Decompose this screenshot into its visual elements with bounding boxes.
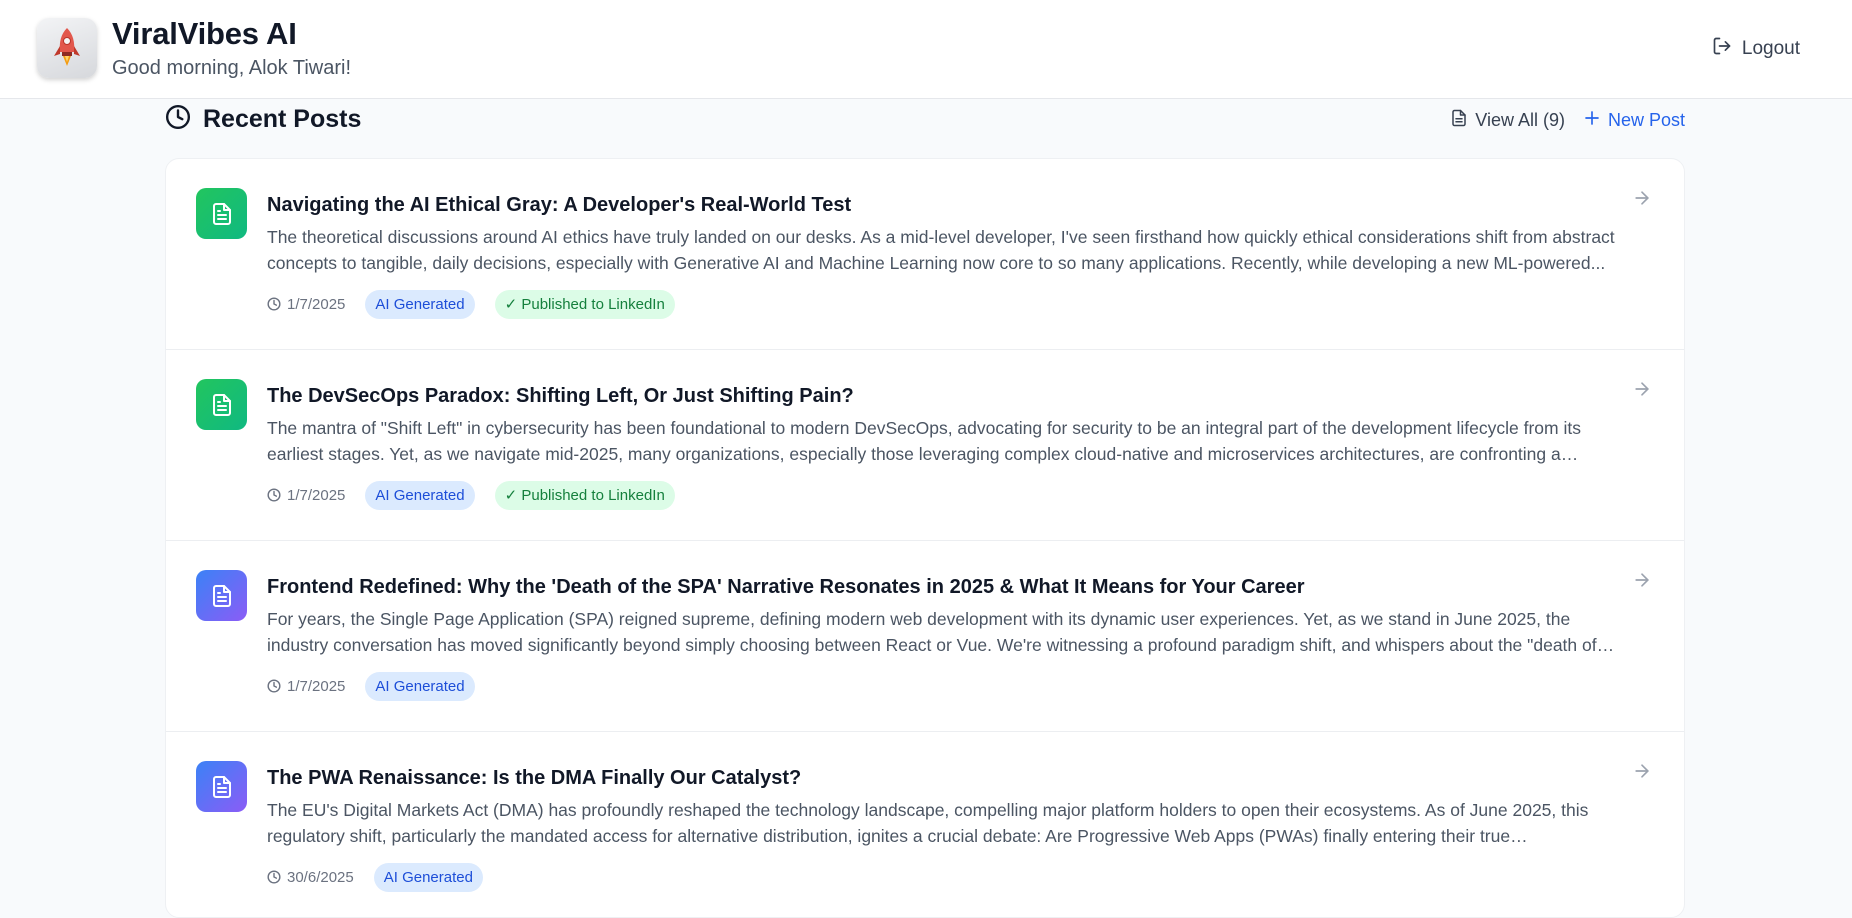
post-meta: 1/7/2025 AI Generated ✓ Published to Lin…: [267, 289, 675, 319]
document-icon: [196, 570, 247, 621]
clock-small-icon: [267, 679, 281, 693]
post-excerpt: The mantra of "Shift Left" in cybersecur…: [267, 418, 1581, 464]
published-linkedin-badge: ✓ Published to LinkedIn: [494, 289, 675, 319]
app-title: ViralVibes AI: [112, 16, 297, 51]
ai-generated-badge: AI Generated: [365, 671, 475, 701]
document-icon: [196, 379, 247, 430]
posts-list: Navigating the AI Ethical Gray: A Develo…: [165, 158, 1685, 918]
post-date: 30/6/2025: [267, 869, 354, 886]
post-date-text: 1/7/2025: [287, 486, 346, 504]
app-header: ViralVibes AI Good morning, Alok Tiwari!…: [0, 0, 1852, 99]
logout-icon: [1712, 36, 1732, 62]
post-excerpt: The EU's Digital Markets Act (DMA) has p…: [267, 800, 1589, 846]
clock-small-icon: [267, 488, 281, 502]
post-meta: 30/6/2025 AI Generated: [267, 862, 483, 892]
post-excerpt: For years, the Single Page Application (…: [267, 609, 1597, 655]
arrow-right-icon[interactable]: [1632, 188, 1654, 210]
ai-generated-badge: AI Generated: [365, 289, 475, 319]
clock-small-icon: [267, 870, 281, 884]
section-title: Recent Posts: [203, 105, 362, 133]
ai-generated-badge: AI Generated: [373, 862, 483, 892]
post-title[interactable]: Navigating the AI Ethical Gray: A Develo…: [267, 194, 1567, 217]
ai-generated-badge: AI Generated: [365, 480, 475, 510]
post-date: 1/7/2025: [267, 678, 345, 695]
greeting-text: Good morning, Alok Tiwari!: [112, 57, 351, 79]
logout-label: Logout: [1741, 38, 1800, 59]
rocket-logo-icon: [37, 18, 97, 78]
post-title[interactable]: The PWA Renaissance: Is the DMA Finally …: [267, 767, 1567, 790]
file-text-icon: [1450, 108, 1468, 133]
published-linkedin-badge: ✓ Published to LinkedIn: [494, 480, 675, 510]
post-item[interactable]: Navigating the AI Ethical Gray: A Develo…: [166, 159, 1684, 350]
post-meta: 1/7/2025 AI Generated: [267, 671, 475, 701]
document-icon: [196, 761, 247, 812]
post-date-text: 1/7/2025: [287, 295, 346, 313]
arrow-right-icon[interactable]: [1632, 761, 1654, 783]
post-title[interactable]: The DevSecOps Paradox: Shifting Left, Or…: [267, 385, 1567, 408]
recent-posts-header: Recent Posts View All (9) New Post: [165, 104, 1685, 138]
plus-icon: [1583, 109, 1601, 132]
post-date-text: 30/6/2025: [287, 868, 354, 886]
post-date: 1/7/2025: [267, 487, 345, 504]
view-all-label: View All (9): [1475, 110, 1565, 130]
post-date-text: 1/7/2025: [287, 677, 346, 695]
arrow-right-icon[interactable]: [1632, 570, 1654, 592]
clock-small-icon: [267, 297, 281, 311]
view-all-button[interactable]: View All (9): [1450, 108, 1565, 133]
new-post-label: New Post: [1607, 110, 1685, 130]
post-item[interactable]: The DevSecOps Paradox: Shifting Left, Or…: [166, 350, 1684, 541]
post-item[interactable]: The PWA Renaissance: Is the DMA Finally …: [166, 732, 1684, 917]
new-post-button[interactable]: New Post: [1583, 109, 1685, 132]
document-icon: [196, 188, 247, 239]
post-meta: 1/7/2025 AI Generated ✓ Published to Lin…: [267, 480, 675, 510]
post-excerpt: The theoretical discussions around AI et…: [267, 227, 1615, 273]
post-item[interactable]: Frontend Redefined: Why the 'Death of th…: [166, 541, 1684, 732]
post-title[interactable]: Frontend Redefined: Why the 'Death of th…: [267, 576, 1567, 599]
clock-icon: [165, 104, 191, 135]
post-date: 1/7/2025: [267, 296, 345, 313]
logout-button[interactable]: Logout: [1712, 36, 1800, 62]
arrow-right-icon[interactable]: [1632, 379, 1654, 401]
